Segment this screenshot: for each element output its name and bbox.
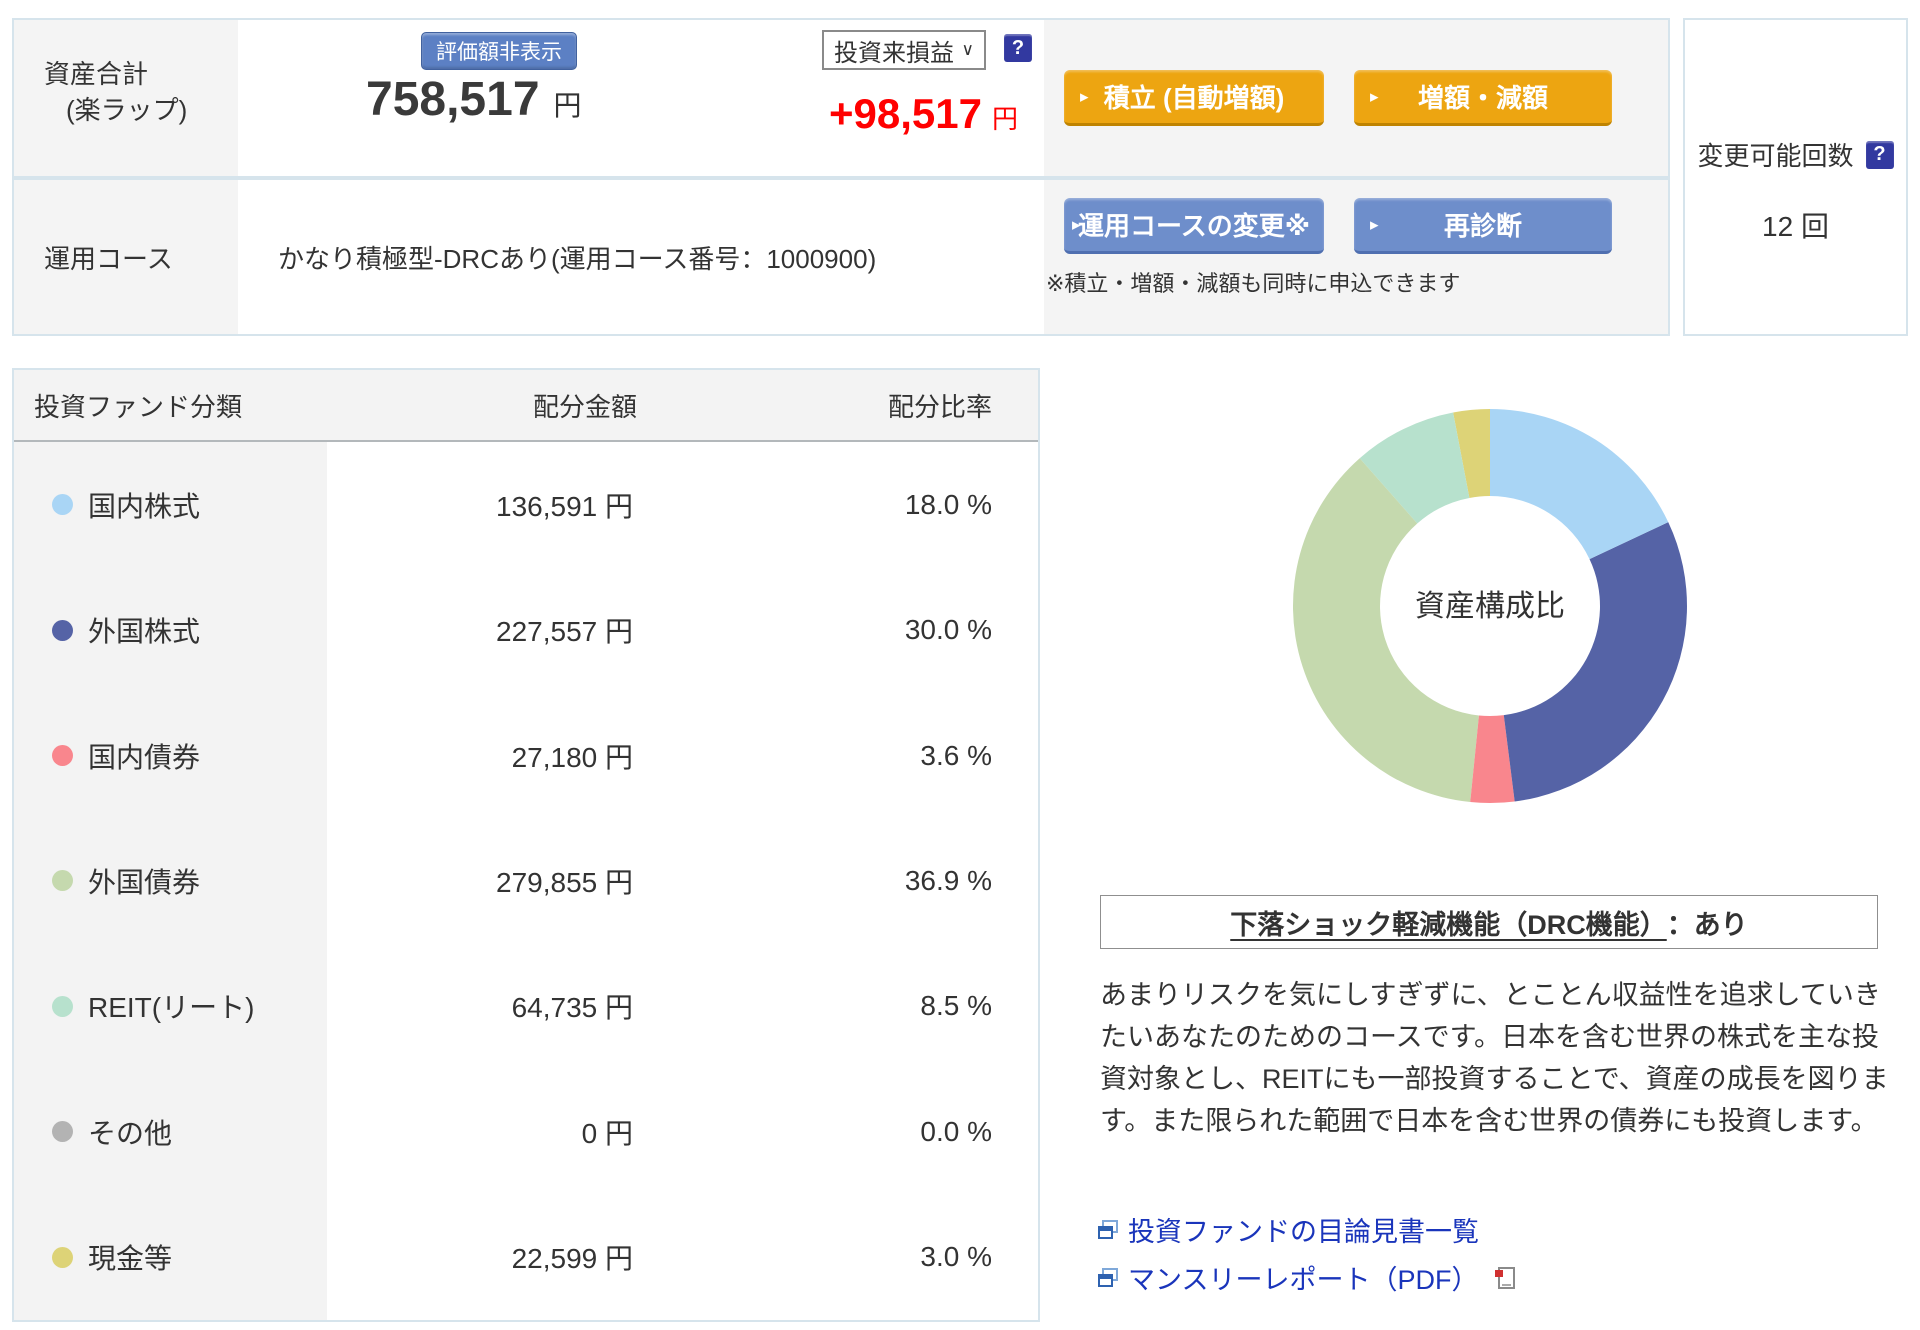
category-color-dot [52,494,73,516]
arrow-right-icon: ▸ [1370,86,1379,106]
pl-period-selected-value: 投資来損益 [834,39,954,67]
fund-category-cell: 外国債券 [14,818,327,944]
category-label: 外国債券 [88,866,201,898]
header-allocation-amount: 配分金額 [532,391,637,422]
allocation-ratio-cell: 36.9 % [904,864,992,896]
table-row: その他 0 円 0.0 % [14,1069,1038,1195]
prospectus-link[interactable]: 投資ファンドの目論見書一覧 [1098,1210,1516,1249]
asset-composition-donut-chart: 資産構成比 [1292,409,1688,804]
asset-total-row: 資産合計 (楽ラップ) 評価額非表示 758,517 円 投資来損益 ∨ ? +… [14,20,1668,180]
course-description: あまりリスクを気にしすぎずに、とことん収益性を追求していきたいあなたのためのコー… [1100,980,1889,1136]
course-row: 運用コース かなり積極型-DRCあり(運用コース番号：1000900) ▸ 運用… [14,180,1668,334]
allocation-amount-cell: 136,591 円 [496,490,633,522]
category-label: 外国株式 [88,616,201,648]
allocation-amount-cell: 27,180 円 [511,741,633,773]
profit-loss-unit: 円 [991,104,1018,134]
fund-category-cell: その他 [14,1069,327,1195]
table-row: 現金等 22,599 円 3.0 % [14,1194,1038,1320]
course-change-note: ※積立・増額・減額も同時に申込できます [1046,271,1461,296]
asset-total-label: 資産合計 (楽ラップ) [14,20,238,176]
monthly-report-link[interactable]: マンスリーレポート（PDF） [1098,1258,1516,1297]
fund-category-cell: 外国株式 [14,567,327,693]
total-asset-amount: 758,517 円 [366,72,582,127]
course-actions-cell: ▸ 運用コースの変更※ ▸ 再診断 ※積立・増額・減額も同時に申込できます [1044,180,1668,334]
allocation-amount-cell: 22,599 円 [511,1243,633,1275]
arrow-right-icon: ▸ [1080,86,1089,106]
allocation-table: 投資ファンド分類 配分金額 配分比率 国内株式 136,591 円 18.0 % 外国… [12,368,1040,1322]
total-amount-value: 758,517 [366,73,540,126]
window-icon [1098,1219,1118,1239]
course-value-cell: かなり積極型-DRCあり(運用コース番号：1000900) [238,180,1044,334]
fund-category-cell: 現金等 [14,1194,327,1320]
allocation-ratio-cell: 3.6 % [920,739,992,771]
course-change-button[interactable]: ▸ 運用コースの変更※ [1064,198,1324,254]
tsumitate-button[interactable]: ▸ 積立 (自動増額) [1064,70,1324,126]
category-label: その他 [88,1117,173,1149]
allocation-ratio-cell: 0.0 % [920,1115,992,1147]
change-count-help-icon[interactable]: ? [1865,140,1894,169]
drc-feature-box: 下落ショック軽減機能（DRC機能） ：あり [1100,895,1878,949]
allocation-ratio-cell: 8.5 % [920,990,992,1022]
allocation-amount-cell: 279,855 円 [496,866,633,898]
allocation-amount-cell: 0 円 [581,1117,633,1149]
arrow-right-icon: ▸ [1072,214,1081,234]
asset-total-value-cell: 評価額非表示 758,517 円 投資来損益 ∨ ? +98,517 円 [238,20,1044,176]
header-fund-category: 投資ファンド分類 [34,391,243,422]
category-label: 国内株式 [88,490,201,522]
category-color-dot [52,1121,73,1143]
window-icon [1098,1267,1118,1287]
pdf-file-icon [1495,1266,1516,1289]
header-allocation-ratio: 配分比率 [887,391,992,422]
category-color-dot [52,995,73,1017]
pl-period-select[interactable]: 投資来損益 ∨ [822,30,986,70]
fund-category-cell: 国内株式 [14,442,327,568]
table-row: REIT(リート) 64,735 円 8.5 % [14,943,1038,1070]
donut-segment-外国株式 [1503,522,1688,802]
course-label: 運用コース [14,180,238,334]
allocation-ratio-cell: 18.0 % [904,488,992,520]
drc-feature-status: ：あり [1666,909,1748,940]
table-row: 国内株式 136,591 円 18.0 % [14,442,1038,568]
drc-feature-link[interactable]: 下落ショック軽減機能（DRC機能） [1230,903,1667,942]
asset-actions-cell: ▸ 積立 (自動増額) ▸ 増額・減額 [1044,20,1668,176]
category-label: 国内債券 [88,741,201,773]
change-count-label: 変更可能回数 [1697,141,1854,171]
category-color-dot [52,745,73,767]
fund-category-cell: 国内債券 [14,692,327,819]
zougaku-gengaku-button[interactable]: ▸ 増額・減額 [1354,70,1612,126]
rediagnosis-button[interactable]: ▸ 再診断 [1354,198,1612,254]
category-color-dot [52,870,73,892]
pl-help-icon[interactable]: ? [1004,34,1032,62]
table-row: 外国株式 227,557 円 30.0 % [14,567,1038,693]
profit-loss-value: +98,517 [828,90,982,137]
category-color-dot [52,1246,73,1268]
chevron-down-icon: ∨ [961,40,974,59]
table-row: 外国債券 279,855 円 36.9 % [14,818,1038,944]
hide-valuation-button[interactable]: 評価額非表示 [421,32,577,70]
allocation-ratio-cell: 3.0 % [920,1241,992,1273]
allocation-ratio-cell: 30.0 % [904,614,992,646]
donut-center-label: 資産構成比 [1415,590,1565,623]
arrow-right-icon: ▸ [1370,214,1379,234]
change-count-value: 12 回 [1762,211,1829,242]
allocation-amount-cell: 227,557 円 [496,616,633,648]
category-label: REIT(リート) [88,992,255,1024]
table-row: 国内債券 27,180 円 3.6 % [14,692,1038,819]
course-name: かなり積極型-DRCあり(運用コース番号：1000900) [278,243,877,274]
total-amount-unit: 円 [553,90,582,121]
document-links: 投資ファンドの目論見書一覧 マンスリーレポート（PDF） [1098,1210,1516,1297]
asset-summary-box: 資産合計 (楽ラップ) 評価額非表示 758,517 円 投資来損益 ∨ ? +… [12,18,1670,336]
change-count-box: 変更可能回数 ? 12 回 [1683,18,1908,336]
category-label: 現金等 [88,1243,173,1275]
profit-loss-amount: +98,517 円 [778,90,1018,138]
allocation-table-body: 国内株式 136,591 円 18.0 % 外国株式 227,557 円 30.0 % 国内… [14,442,1038,1320]
allocation-table-header: 投資ファンド分類 配分金額 配分比率 [14,370,1038,442]
allocation-amount-cell: 64,735 円 [511,992,633,1024]
fund-category-cell: REIT(リート) [14,943,327,1070]
donut-segment-外国債券 [1292,458,1479,803]
category-color-dot [52,619,73,641]
